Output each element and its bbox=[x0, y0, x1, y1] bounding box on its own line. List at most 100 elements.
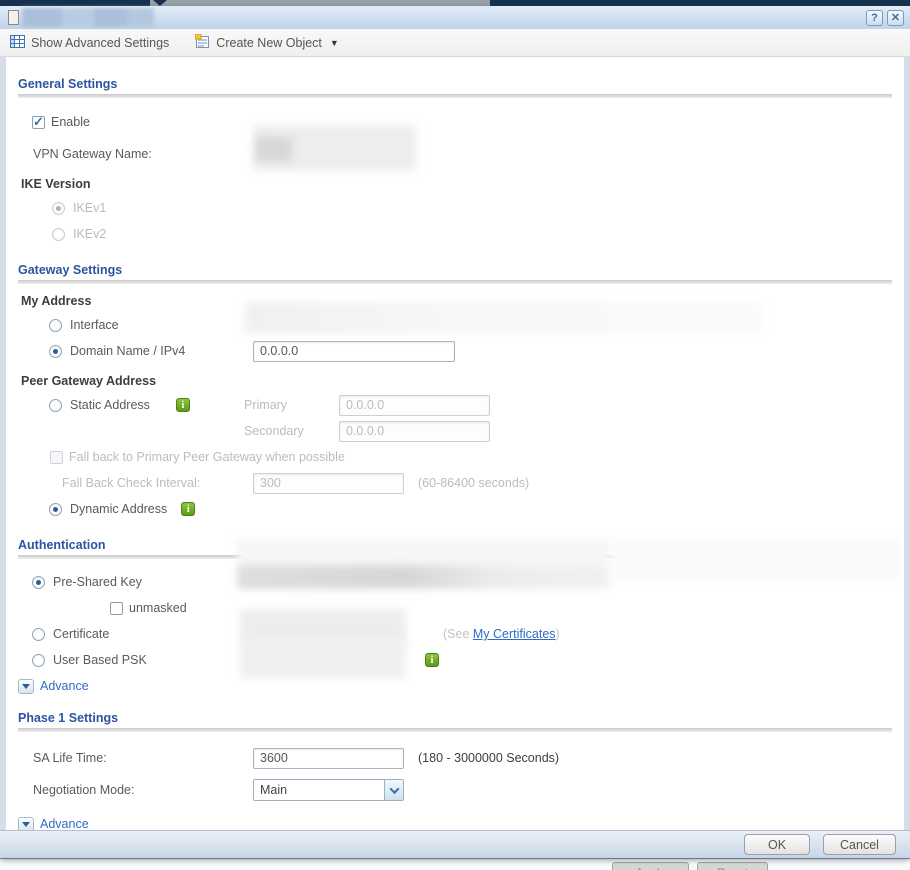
pre-shared-key-redacted bbox=[237, 565, 610, 589]
interface-label: Interface bbox=[70, 318, 119, 332]
apply-button[interactable]: Apply bbox=[612, 862, 689, 870]
info-icon[interactable]: i bbox=[181, 502, 196, 516]
enable-label: Enable bbox=[51, 115, 90, 129]
gateway-settings-heading: Gateway Settings bbox=[18, 263, 123, 277]
vpn-gateway-dialog: ? ✕ Show Advanced Settings Create New Ob… bbox=[0, 6, 910, 858]
unmasked-row: unmasked bbox=[18, 595, 892, 621]
pre-shared-key-label: Pre-Shared Key bbox=[53, 575, 142, 589]
advance-link[interactable]: Advance bbox=[40, 679, 89, 693]
ikev1-row: IKEv1 bbox=[18, 195, 892, 221]
static-address-row: Static Address i Primary bbox=[18, 392, 892, 418]
sa-life-time-label: SA Life Time: bbox=[33, 751, 107, 765]
fallback-interval-row: Fall Back Check Interval: (60-86400 seco… bbox=[18, 470, 892, 496]
table-icon bbox=[10, 34, 25, 51]
user-based-psk-row: User Based PSK i bbox=[18, 639, 892, 679]
my-certificates-link[interactable]: My Certificates bbox=[473, 627, 556, 641]
secondary-label: Secondary bbox=[244, 424, 304, 438]
certificate-radio[interactable] bbox=[32, 627, 45, 641]
chevron-down-icon: ▼ bbox=[329, 37, 339, 48]
dialog-body: General Settings Enable VPN Gateway Name… bbox=[0, 57, 910, 830]
chevron-down-icon[interactable] bbox=[384, 780, 403, 800]
domain-name-row: Domain Name / IPv4 bbox=[18, 338, 892, 364]
sa-life-time-input[interactable] bbox=[253, 747, 404, 769]
secondary-address-row: Secondary bbox=[18, 418, 892, 444]
section-divider bbox=[18, 94, 892, 98]
fallback-checkbox[interactable] bbox=[50, 450, 63, 464]
primary-address-input[interactable] bbox=[339, 394, 490, 416]
vpn-gateway-name-label: VPN Gateway Name: bbox=[33, 147, 152, 161]
auth-advance-row: Advance bbox=[18, 673, 892, 699]
help-button[interactable]: ? bbox=[866, 9, 883, 26]
negotiation-mode-value: Main bbox=[260, 783, 288, 797]
vpn-gateway-name-redacted bbox=[256, 137, 292, 161]
static-address-radio[interactable] bbox=[49, 398, 62, 412]
create-new-object-button[interactable]: Create New Object ▼ bbox=[194, 33, 339, 51]
dialog-titlebar[interactable]: ? ✕ bbox=[0, 6, 910, 29]
close-icon[interactable]: ✕ bbox=[887, 9, 904, 26]
static-address-label: Static Address bbox=[70, 398, 150, 412]
ikev1-label: IKEv1 bbox=[73, 201, 107, 215]
show-advanced-settings-button[interactable]: Show Advanced Settings bbox=[10, 34, 169, 51]
fallback-interval-note: (60-86400 seconds) bbox=[418, 476, 530, 490]
info-icon[interactable]: i bbox=[175, 398, 190, 412]
see-certificates-suffix: ) bbox=[555, 627, 560, 641]
info-icon[interactable]: i bbox=[425, 653, 439, 667]
certificate-row: Certificate (See My Certificates) bbox=[18, 609, 892, 647]
negotiation-mode-select[interactable]: Main bbox=[253, 779, 404, 801]
enable-row: Enable bbox=[18, 109, 892, 135]
section-divider bbox=[18, 280, 892, 284]
primary-label: Primary bbox=[244, 398, 288, 412]
dialog-toolbar: Show Advanced Settings Create New Object… bbox=[0, 29, 910, 57]
unmasked-checkbox[interactable] bbox=[110, 601, 123, 615]
fallback-interval-label: Fall Back Check Interval: bbox=[62, 476, 201, 490]
fallback-label: Fall back to Primary Peer Gateway when p… bbox=[69, 450, 345, 464]
domain-name-radio[interactable] bbox=[49, 344, 62, 358]
peer-gateway-heading: Peer Gateway Address bbox=[21, 374, 157, 388]
new-object-icon bbox=[194, 33, 210, 51]
dialog-footer: OK Cancel bbox=[0, 830, 910, 858]
sa-life-time-row: SA Life Time: (180 - 3000000 Seconds) bbox=[18, 745, 892, 771]
interface-radio[interactable] bbox=[49, 318, 62, 332]
vpn-gateway-name-row: VPN Gateway Name: bbox=[18, 125, 892, 171]
advance-toggle-icon[interactable] bbox=[18, 678, 34, 694]
dynamic-address-row: Dynamic Address i bbox=[18, 496, 892, 522]
dynamic-address-label: Dynamic Address bbox=[70, 502, 168, 516]
advance-link[interactable]: Advance bbox=[40, 817, 89, 830]
user-based-psk-radio[interactable] bbox=[32, 653, 45, 667]
domain-name-input[interactable] bbox=[253, 340, 455, 362]
ike-version-heading: IKE Version bbox=[21, 177, 91, 191]
see-certificates-prefix: (See bbox=[443, 627, 473, 641]
pre-shared-key-row: Pre-Shared Key bbox=[18, 537, 900, 595]
interface-select-redacted bbox=[245, 302, 761, 334]
background-page-bottom: Apply Reset bbox=[0, 858, 910, 870]
certificate-label: Certificate bbox=[53, 627, 110, 641]
reset-button[interactable]: Reset bbox=[697, 862, 768, 870]
section-divider bbox=[18, 728, 892, 732]
sa-life-time-note: (180 - 3000000 Seconds) bbox=[418, 751, 560, 765]
ikev1-radio[interactable] bbox=[52, 201, 65, 215]
pre-shared-key-redacted bbox=[237, 539, 610, 567]
negotiation-mode-label: Negotiation Mode: bbox=[33, 783, 135, 797]
negotiation-mode-row: Negotiation Mode: Main bbox=[18, 777, 892, 803]
enable-checkbox[interactable] bbox=[32, 114, 45, 130]
ikev2-row: IKEv2 bbox=[18, 221, 892, 247]
interface-row: Interface bbox=[18, 302, 892, 338]
phase1-advance-row: Advance bbox=[18, 811, 892, 830]
fallback-interval-input[interactable] bbox=[253, 472, 404, 494]
dynamic-address-radio[interactable] bbox=[49, 502, 62, 516]
ok-button[interactable]: OK bbox=[744, 834, 810, 855]
secondary-address-input[interactable] bbox=[339, 420, 490, 442]
phase1-settings-heading: Phase 1 Settings bbox=[18, 711, 119, 725]
dialog-title-redacted bbox=[22, 8, 154, 27]
ikev2-radio[interactable] bbox=[52, 227, 65, 241]
general-settings-heading: General Settings bbox=[18, 77, 118, 91]
cancel-button[interactable]: Cancel bbox=[823, 834, 896, 855]
domain-name-label: Domain Name / IPv4 bbox=[70, 344, 186, 358]
unmasked-label: unmasked bbox=[129, 601, 187, 615]
advance-toggle-icon[interactable] bbox=[18, 816, 34, 830]
pre-shared-key-radio[interactable] bbox=[32, 575, 45, 589]
ikev2-label: IKEv2 bbox=[73, 227, 107, 241]
redacted-area bbox=[610, 537, 900, 581]
fallback-row: Fall back to Primary Peer Gateway when p… bbox=[18, 444, 892, 470]
document-icon bbox=[8, 10, 19, 25]
